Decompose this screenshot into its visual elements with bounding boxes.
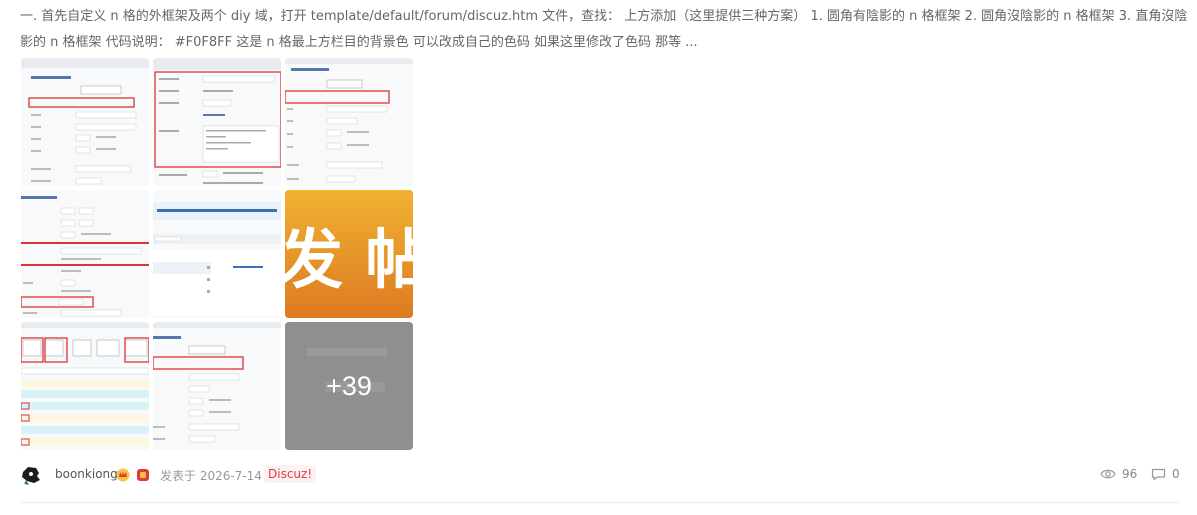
gallery-thumbnail-3[interactable] (285, 58, 413, 186)
eye-icon (1100, 469, 1116, 479)
form-screenshot-thumbnail (21, 58, 149, 186)
gallery-thumbnail-2[interactable] (153, 58, 281, 186)
user-avatar-icon (20, 464, 42, 486)
reply-count[interactable]: 0 (1151, 467, 1180, 481)
author-name[interactable]: boonkiong (55, 467, 118, 481)
vip-crown-icon (116, 468, 130, 482)
view-count-value: 96 (1122, 467, 1138, 481)
form-screenshot-thumbnail (153, 322, 281, 450)
post-button-text: 发 帖 (285, 224, 413, 298)
forum-tag[interactable]: Discuz! (264, 465, 317, 483)
gallery-thumbnail-6[interactable]: 发 帖 (285, 190, 413, 318)
view-count: 96 (1100, 467, 1137, 481)
gallery-thumbnail-5[interactable] (153, 190, 281, 318)
image-gallery: 发 帖 +39 (21, 58, 413, 450)
layout-screenshot-thumbnail (21, 322, 149, 450)
post-excerpt[interactable]: 一. 首先自定义 n 格的外框架及两个 diy 域，打开 template/de… (20, 4, 1190, 56)
post-date: 发表于 2026-7-14 (160, 469, 262, 483)
gallery-thumbnail-4[interactable] (21, 190, 149, 318)
gallery-thumbnail-7[interactable] (21, 322, 149, 450)
settings-screenshot-thumbnail (21, 190, 149, 318)
gallery-more-tile[interactable]: +39 (285, 322, 413, 450)
post-button-image: 发 帖 (285, 190, 413, 318)
gallery-thumbnail-1[interactable] (21, 58, 149, 186)
more-images-count: +39 (326, 370, 372, 401)
reply-count-value: 0 (1172, 467, 1180, 481)
medal-icon (137, 469, 149, 481)
form-screenshot-thumbnail (285, 58, 413, 186)
gallery-thumbnail-8[interactable] (153, 322, 281, 450)
html-edit-screenshot-thumbnail (153, 58, 281, 186)
avatar[interactable] (20, 464, 42, 486)
forum-list-screenshot-thumbnail (153, 190, 281, 318)
comment-icon (1151, 468, 1166, 480)
divider (20, 502, 1180, 503)
post-meta: boonkiong 发表于 2026-7-14 Discuz! 96 0 (20, 464, 1180, 488)
